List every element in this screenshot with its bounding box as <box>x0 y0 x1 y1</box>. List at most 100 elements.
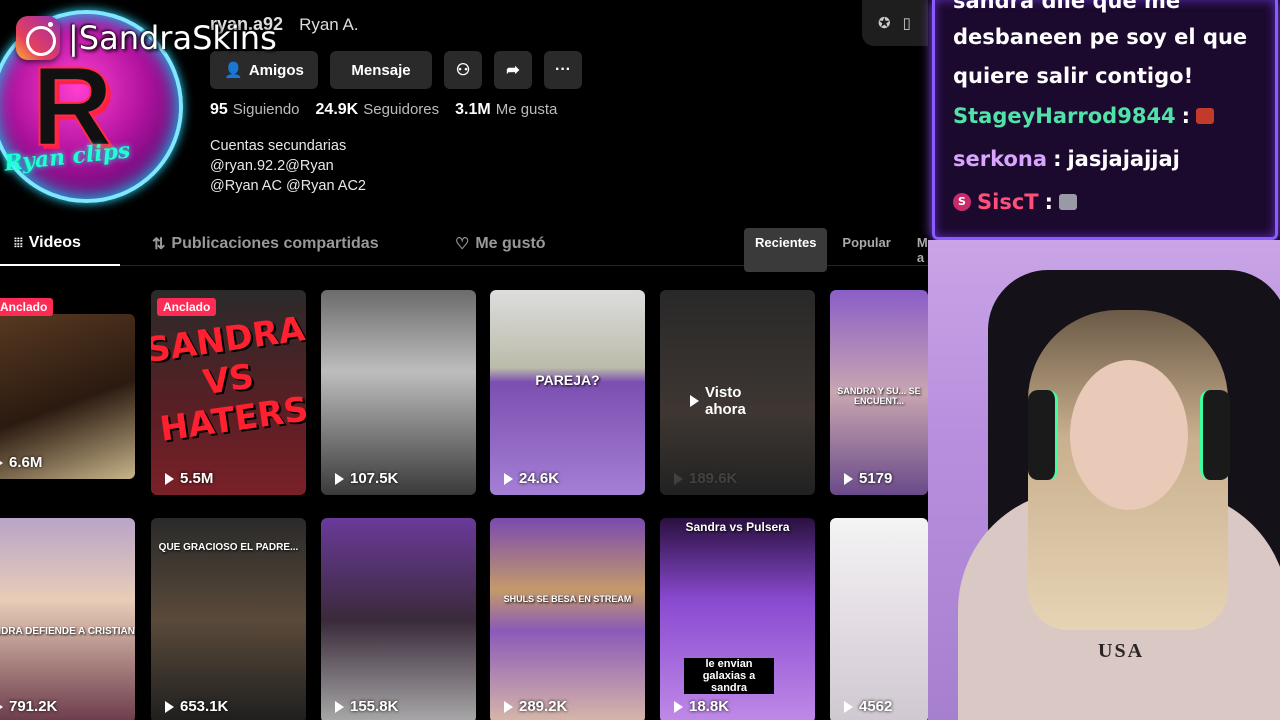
message-button[interactable]: Mensaje <box>330 51 432 89</box>
device-icon[interactable]: ▯ <box>903 14 911 32</box>
watched-label: Visto ahora <box>690 384 746 418</box>
friends-button-label: Amigos <box>248 61 304 79</box>
view-count-value: 6.6M <box>9 454 43 471</box>
play-icon <box>335 472 344 485</box>
stat-followers[interactable]: 24.9K Seguidores <box>316 101 440 119</box>
top-controls: ✪ ▯ <box>862 0 928 46</box>
stat-likes: 3.1M Me gusta <box>455 101 557 119</box>
view-count: 5179 <box>844 470 892 487</box>
play-icon <box>844 700 853 713</box>
headset-icon <box>1200 390 1230 480</box>
view-count: 107.5K <box>335 470 398 487</box>
video-card[interactable]: PAREJA? 24.6K <box>490 290 645 495</box>
tab-label: Videos <box>28 234 81 251</box>
video-caption: SANDRA Y SU... SE ENCUENT... <box>837 386 921 406</box>
view-count: 5.5M <box>165 470 213 487</box>
tab-label: Publicaciones compartidas <box>171 235 379 252</box>
user-icon: 👤 <box>224 62 243 79</box>
chat-entry: StageyHarrod9844 : <box>953 104 1215 128</box>
pinned-badge: Anclado <box>157 298 217 316</box>
add-user-icon: ⚇ <box>455 62 471 79</box>
stat-value: 24.9K <box>315 101 359 118</box>
video-card[interactable]: Sandra vs Pulsera le envian galaxias a s… <box>660 518 815 720</box>
video-caption: Sandra vs Pulsera <box>685 520 790 534</box>
chat-message-line: quiere salir contigo! <box>953 64 1194 88</box>
video-caption: SANDRA DEFIENDE A CRISTIAN <box>0 626 135 637</box>
chat-separator: : <box>1181 104 1191 128</box>
tab-videos[interactable]: ⦙⦙⦙ Videos <box>14 234 81 252</box>
play-icon <box>165 472 174 485</box>
emote-icon <box>1059 194 1078 210</box>
chat-entry: serkona : jasjajajjaj <box>953 147 1180 171</box>
video-card[interactable]: QUE GRACIOSO EL PADRE... 653.1K <box>151 518 306 720</box>
video-card[interactable]: 107.5K <box>321 290 476 495</box>
chat-message-partial: sandra dile que me <box>953 0 1181 13</box>
add-friend-button[interactable]: ⚇ <box>444 51 482 89</box>
play-icon <box>0 456 3 469</box>
instagram-overlay: |SandraSkins <box>16 16 277 60</box>
view-count-value: 653.1K <box>180 698 229 715</box>
headset-icon <box>1028 390 1058 480</box>
video-subcaption: le envian galaxias a sandra <box>684 658 774 694</box>
video-card[interactable]: SANDRA VS HATERS 5.5M <box>151 290 306 495</box>
bio-line: Cuentas secundarias <box>210 138 347 154</box>
video-card[interactable]: SANDRA DEFIENDE A CRISTIAN 791.2K <box>0 518 135 720</box>
video-card[interactable]: 4562 <box>830 518 928 720</box>
streamer-face <box>1070 360 1188 510</box>
video-card[interactable]: SANDRA Y SU... SE ENCUENT... 5179 <box>830 290 928 495</box>
instagram-handle: |SandraSkins <box>68 19 277 57</box>
view-count-value: 5179 <box>859 470 893 487</box>
view-count: 155.8K <box>335 698 398 715</box>
play-icon <box>0 700 3 713</box>
chat-username[interactable]: serkona <box>953 147 1047 171</box>
stat-value: 3.1M <box>455 101 491 118</box>
play-icon <box>504 472 513 485</box>
play-icon <box>690 395 699 407</box>
video-card[interactable]: 6.6M <box>0 314 135 479</box>
view-count-value: 107.5K <box>350 470 399 487</box>
video-caption: SANDRA VS HATERS <box>151 309 306 450</box>
chat-username[interactable]: StageyHarrod9844 <box>953 104 1176 128</box>
share-icon: ➦ <box>506 62 520 79</box>
view-count-value: 4562 <box>859 698 893 715</box>
sort-more-button[interactable]: Más a <box>906 228 928 272</box>
compass-icon[interactable]: ✪ <box>878 14 891 32</box>
more-button[interactable]: ··· <box>544 51 582 89</box>
play-icon <box>674 700 683 713</box>
sort-recent-button[interactable]: Recientes <box>744 228 828 272</box>
bio-line: @Ryan AC @Ryan AC2 <box>210 178 366 194</box>
share-button[interactable]: ➦ <box>494 51 532 89</box>
view-count: 18.8K <box>674 698 729 715</box>
heart-icon: ♡ <box>455 236 470 253</box>
sort-popular-button[interactable]: Popular <box>831 228 901 272</box>
video-card[interactable]: SHULS SE BESA EN STREAM 289.2K <box>490 518 645 720</box>
play-icon <box>844 472 853 485</box>
chat-text: jasjajajjaj <box>1067 147 1180 171</box>
grid-icon: ⦙⦙⦙ <box>14 235 23 250</box>
video-caption: SHULS SE BESA EN STREAM <box>503 594 632 604</box>
play-icon <box>165 700 174 713</box>
view-count-value: 24.6K <box>519 470 560 487</box>
view-count: 189.6K <box>674 470 737 487</box>
stat-value: 95 <box>210 101 228 118</box>
pinned-badge: Anclado <box>0 298 54 316</box>
tab-liked[interactable]: ♡ Me gustó <box>455 234 546 254</box>
chat-separator: : <box>1044 190 1054 214</box>
stat-following[interactable]: 95 Siguiendo <box>210 101 300 119</box>
view-count: 24.6K <box>504 470 559 487</box>
play-icon <box>335 700 344 713</box>
watched-text: Visto ahora <box>705 384 746 418</box>
chat-username[interactable]: SiscT <box>977 190 1039 214</box>
chat-separator: : <box>1053 147 1062 171</box>
view-count-value: 18.8K <box>689 698 730 715</box>
tab-underline <box>0 264 120 266</box>
shirt-text: USA <box>1098 640 1145 662</box>
repost-icon: ⇅ <box>152 236 166 253</box>
tiktok-profile-page: R Ryan clips |SandraSkins ryan.a92 Ryan … <box>0 0 928 720</box>
stat-label: Me gusta <box>495 101 558 118</box>
video-card[interactable]: 155.8K <box>321 518 476 720</box>
emote-icon <box>1196 108 1215 124</box>
play-icon <box>674 472 683 485</box>
view-count: 791.2K <box>0 698 57 715</box>
tab-reposts[interactable]: ⇅ Publicaciones compartidas <box>152 234 379 254</box>
